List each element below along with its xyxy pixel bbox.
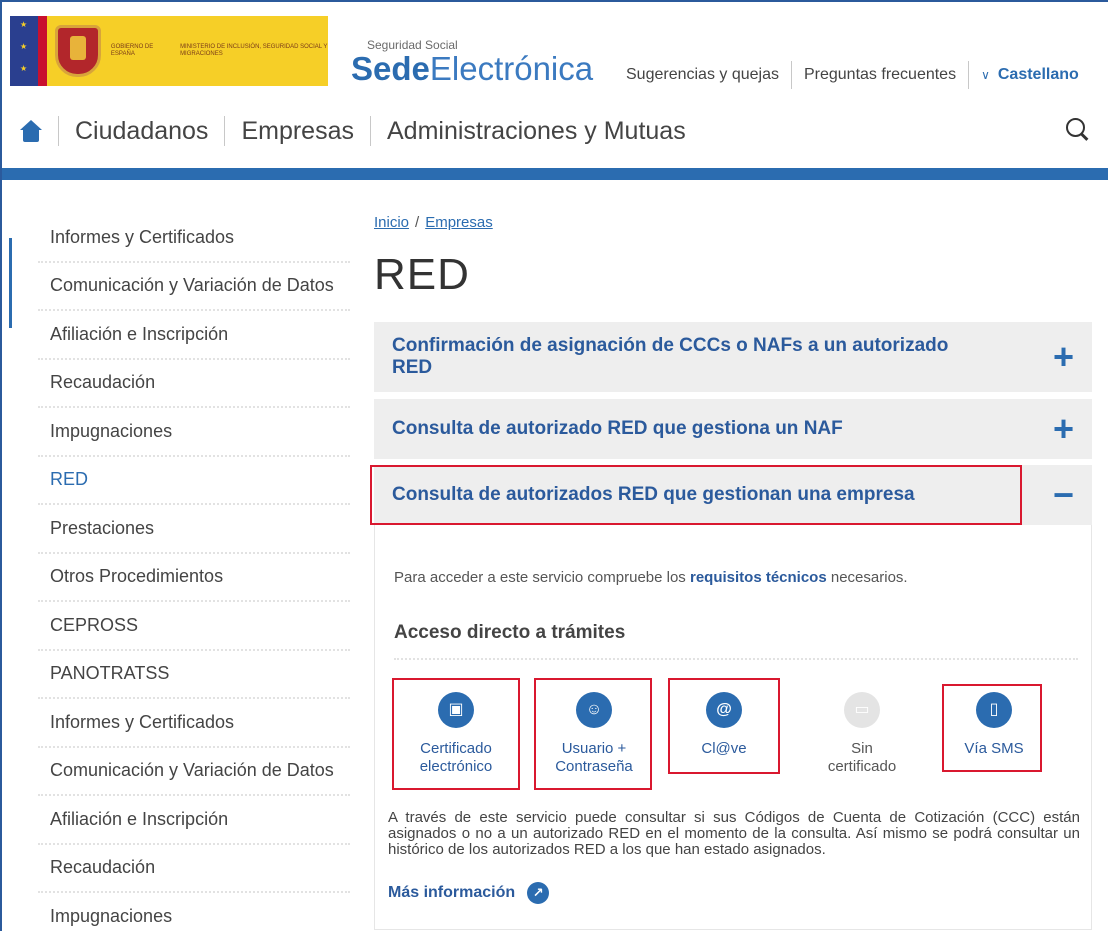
header-band bbox=[2, 168, 1108, 180]
search-icon[interactable] bbox=[1066, 118, 1090, 142]
sidebar-item-impugnaciones[interactable]: Impugnaciones bbox=[38, 408, 350, 457]
breadcrumb-empresas[interactable]: Empresas bbox=[425, 214, 493, 231]
requirements-text: Para acceder a este servicio compruebe l… bbox=[394, 569, 908, 586]
nav-item-ciudadanos[interactable]: Ciudadanos bbox=[75, 117, 208, 146]
gob-text: GOBIERNO DE ESPAÑA bbox=[110, 44, 154, 57]
government-logo[interactable]: ★ ★ ★ GOBIERNO DE ESPAÑA MINISTERIO DE INC… bbox=[10, 16, 328, 86]
suggestions-link[interactable]: Sugerencias y quejas bbox=[626, 66, 779, 84]
sidebar-item-recaudacion[interactable]: Recaudación bbox=[38, 360, 350, 408]
chevron-down-icon: ∨ bbox=[981, 68, 990, 82]
highlight-sms bbox=[942, 684, 1042, 772]
highlight-certificado bbox=[392, 678, 520, 790]
sidebar-item-informes[interactable]: Informes y Certificados bbox=[38, 214, 350, 263]
coat-of-arms-icon bbox=[55, 25, 101, 77]
highlight-usuario bbox=[534, 678, 652, 790]
service-description: A través de este servicio puede consulta… bbox=[388, 809, 1080, 858]
requirements-link[interactable]: requisitos técnicos bbox=[690, 569, 827, 586]
eu-flag-icon: ★ ★ ★ bbox=[10, 16, 38, 86]
main-nav: Ciudadanos Empresas Administraciones y M… bbox=[2, 102, 1108, 160]
more-info-link[interactable]: Más información ↗ bbox=[388, 882, 550, 904]
plus-icon[interactable]: + bbox=[1053, 411, 1074, 447]
access-title: Acceso directo a trámites bbox=[394, 622, 626, 643]
sidebar-item-recaudacion-2[interactable]: Recaudación bbox=[38, 845, 350, 893]
nav-item-administraciones[interactable]: Administraciones y Mutuas bbox=[387, 117, 686, 146]
sidebar: Informes y Certificados Comunicación y V… bbox=[38, 214, 350, 931]
language-selector[interactable]: Castellano bbox=[998, 66, 1079, 84]
page-frame: ★ ★ ★ GOBIERNO DE ESPAÑA MINISTERIO DE INC… bbox=[0, 0, 1108, 931]
sidebar-item-informes-2[interactable]: Informes y Certificados bbox=[38, 699, 350, 748]
accordion-title: Consulta de autorizado RED que gestiona … bbox=[392, 418, 843, 439]
accordion-title: Confirmación de asignación de CCCs o NAF… bbox=[392, 335, 949, 378]
breadcrumb-home[interactable]: Inicio bbox=[374, 214, 409, 231]
sidebar-item-comunicacion[interactable]: Comunicación y Variación de Datos bbox=[38, 263, 350, 311]
laptop-icon: ▭ bbox=[844, 692, 880, 728]
sidebar-item-afiliacion[interactable]: Afiliación e Inscripción bbox=[38, 311, 350, 360]
top-links: Sugerencias y quejas Preguntas frecuente… bbox=[626, 60, 1079, 90]
page-title: RED bbox=[374, 250, 470, 299]
faq-link[interactable]: Preguntas frecuentes bbox=[804, 66, 956, 84]
tile-sin-certificado[interactable]: ▭ Sin certificado bbox=[810, 692, 914, 776]
sidebar-item-impugnaciones-2[interactable]: Impugnaciones bbox=[38, 893, 350, 931]
left-accent-bar bbox=[9, 238, 12, 328]
ministry-text: MINISTERIO DE INCLUSIÓN, SEGURIDAD SOCIA… bbox=[180, 44, 328, 57]
sidebar-item-prestaciones[interactable]: Prestaciones bbox=[38, 505, 350, 554]
sidebar-item-panotratss[interactable]: PANOTRATSS bbox=[38, 651, 350, 699]
accordion-consulta-naf[interactable]: Consulta de autorizado RED que gestiona … bbox=[374, 399, 1092, 459]
sidebar-item-cepross[interactable]: CEPROSS bbox=[38, 602, 350, 651]
sidebar-item-afiliacion-2[interactable]: Afiliación e Inscripción bbox=[38, 796, 350, 845]
minus-icon[interactable]: − bbox=[1053, 477, 1074, 513]
external-arrow-icon: ↗ bbox=[527, 882, 550, 904]
nav-item-empresas[interactable]: Empresas bbox=[241, 117, 354, 146]
plus-icon[interactable]: + bbox=[1053, 339, 1074, 375]
highlight-accordion bbox=[370, 465, 1022, 525]
sidebar-item-otros[interactable]: Otros Procedimientos bbox=[38, 554, 350, 602]
highlight-clave bbox=[668, 678, 780, 774]
sede-logo[interactable]: SedeElectrónica bbox=[351, 50, 593, 88]
sidebar-item-comunicacion-2[interactable]: Comunicación y Variación de Datos bbox=[38, 748, 350, 796]
accordion-confirmacion[interactable]: Confirmación de asignación de CCCs o NAF… bbox=[374, 322, 1092, 392]
sidebar-item-red[interactable]: RED bbox=[38, 457, 350, 505]
breadcrumb: Inicio / Empresas bbox=[374, 214, 493, 231]
home-icon[interactable] bbox=[20, 120, 42, 142]
